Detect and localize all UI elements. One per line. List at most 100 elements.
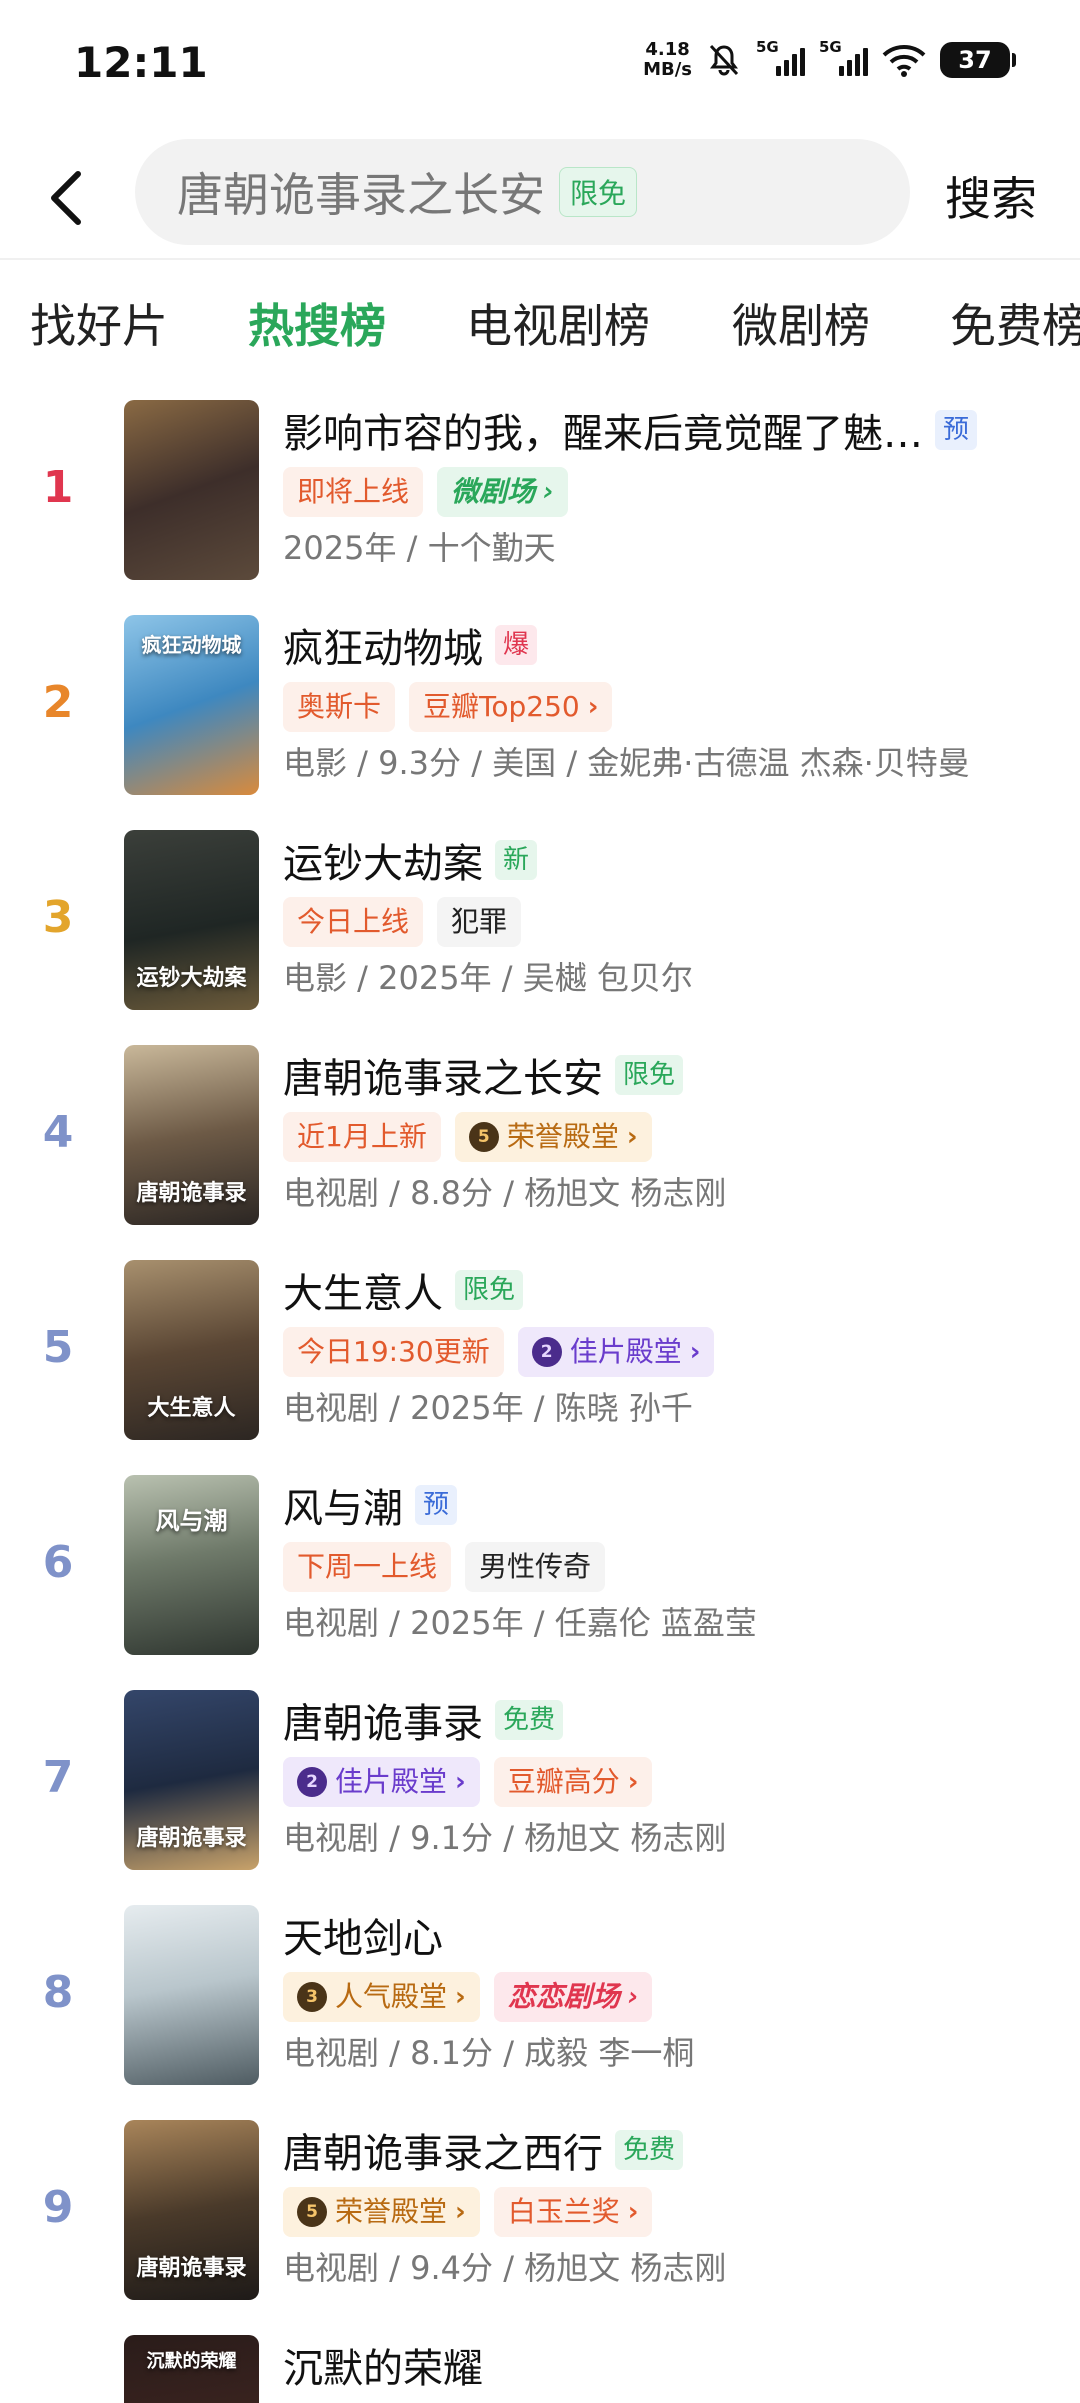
item-badge: 限免 (455, 1270, 524, 1310)
signal-1-label: 5G (756, 38, 779, 56)
tag-upcoming: 即将上线 (283, 467, 424, 517)
rank-number: 8 (42, 1967, 74, 2018)
item-title: 疯狂动物城 (283, 626, 483, 672)
item-meta: 电视剧 / 8.1分 / 成毅 李一桐 (283, 2034, 695, 2072)
tag-magnolia-award-label: 白玉兰奖 (507, 2195, 620, 2228)
item-title: 唐朝诡事录之西行 (283, 2131, 603, 2177)
tag-popular-hall[interactable]: 3 人气殿堂 › (283, 1972, 480, 2022)
item-badge: 限免 (615, 1055, 684, 1095)
network-speed-value: 4.18 (645, 39, 690, 60)
chevron-right-icon: › (626, 1122, 638, 1152)
item-meta: 2025年 / 十个勤天 (283, 529, 556, 567)
poster-image[interactable]: 运钞大劫案 (124, 830, 259, 1010)
poster-image[interactable]: 唐朝诡事录 (124, 1045, 259, 1225)
tag-micro-theater-label: 微剧场 (451, 475, 536, 508)
medal-icon: 5 (297, 2197, 327, 2227)
network-speed-unit: MB/s (643, 59, 692, 80)
search-button[interactable]: 搜索 (945, 163, 1037, 229)
tag-love-theater[interactable]: 恋恋剧场 › (493, 1972, 653, 2022)
list-item[interactable]: 5 大生意人 大生意人 限免 今日19:30更新 2 佳片殿堂 › 电视剧 / 20… (0, 1260, 1080, 1475)
item-meta: 电视剧 / 8.8分 / 杨旭文 杨志刚 (283, 1174, 727, 1212)
poster-title: 唐朝诡事录 (136, 2255, 247, 2281)
tag-micro-theater[interactable]: 微剧场 › (437, 467, 568, 517)
poster-image[interactable]: 风与潮 (124, 1475, 259, 1655)
search-query-tag: 限免 (559, 167, 638, 217)
poster-image[interactable] (124, 1905, 259, 2085)
item-title: 唐朝诡事录之长安 (283, 1056, 603, 1102)
poster-image[interactable]: 唐朝诡事录 (124, 2120, 259, 2300)
poster-image[interactable] (124, 400, 259, 580)
category-tabs: 找好片 热搜榜 电视剧榜 微剧榜 免费榜 (0, 290, 1080, 370)
item-title: 唐朝诡事录 (283, 1701, 483, 1747)
tab-tv-series[interactable]: 电视剧榜 (466, 290, 650, 356)
poster-image[interactable]: 疯狂动物城 (124, 615, 259, 795)
list-item[interactable]: 7 唐朝诡事录 唐朝诡事录 免费 2 佳片殿堂 › 豆瓣高分 › 电视剧 / 9.1分… (0, 1690, 1080, 1905)
item-info: 唐朝诡事录之长安 限免 近1月上新 5 荣誉殿堂 › 电视剧 / 8.8分 / 杨旭… (283, 1045, 1063, 1219)
back-arrow-icon (51, 171, 81, 225)
item-info: 风与潮 预 下周一上线 男性传奇 电视剧 / 2025年 / 任嘉伦 蓝盈莹 (283, 1475, 1063, 1649)
network-speed: 4.18 MB/s (643, 40, 692, 80)
tag-today-online: 今日上线 (283, 897, 424, 947)
tag-new-this-month: 近1月上新 (283, 1112, 441, 1162)
item-info: 唐朝诡事录 免费 2 佳片殿堂 › 豆瓣高分 › 电视剧 / 9.1分 / 杨旭文 杨… (283, 1690, 1063, 1864)
rank-number: 7 (42, 1752, 74, 1803)
rank-number: 6 (42, 1537, 74, 1588)
tag-honor-hall[interactable]: 5 荣誉殿堂 › (283, 2187, 480, 2237)
list-item[interactable]: 9 唐朝诡事录 唐朝诡事录之西行 免费 5 荣誉殿堂 › 白玉兰奖 › 电视剧 / 9… (0, 2120, 1080, 2335)
item-badge: 预 (935, 410, 978, 450)
item-badge: 免费 (615, 2130, 684, 2170)
list-item[interactable]: 8 天地剑心 3 人气殿堂 › 恋恋剧场 › 电视剧 / 8.1分 / 成毅 李一桐 (0, 1905, 1080, 2120)
tag-quality-hall-label: 佳片殿堂 (569, 1335, 682, 1368)
item-info: 大生意人 限免 今日19:30更新 2 佳片殿堂 › 电视剧 / 2025年 / 陈… (283, 1260, 1063, 1434)
poster-title: 疯狂动物城 (141, 633, 242, 657)
signal-2-icon: 5G (819, 38, 868, 76)
poster-image[interactable]: 唐朝诡事录 (124, 1690, 259, 1870)
list-item[interactable]: 4 唐朝诡事录 唐朝诡事录之长安 限免 近1月上新 5 荣誉殿堂 › 电视剧 / 8… (0, 1045, 1080, 1260)
tag-next-monday: 下周一上线 (283, 1542, 452, 1592)
status-bar: 12:11 4.18 MB/s 5G 5G 37 (0, 0, 1080, 130)
poster-image[interactable]: 沉默的荣耀 (124, 2335, 259, 2403)
item-info: 运钞大劫案 新 今日上线 犯罪 电影 / 2025年 / 吴樾 包贝尔 (283, 830, 1063, 1004)
list-item[interactable]: 沉默的荣耀 沉默的荣耀 (0, 2335, 1080, 2403)
tag-magnolia-award[interactable]: 白玉兰奖 › (493, 2187, 653, 2237)
tag-honor-hall-label: 荣誉殿堂 (335, 2195, 448, 2228)
tab-good-films[interactable]: 找好片 (30, 290, 168, 356)
chevron-right-icon: › (455, 1767, 466, 1797)
poster-title: 唐朝诡事录 (136, 1825, 247, 1851)
medal-icon: 5 (468, 1122, 499, 1152)
list-item[interactable]: 1 影响市容的我，醒来后竟觉醒了魅… 预 即将上线 微剧场 › 2025年 / 十… (0, 400, 1080, 615)
rank-number: 3 (42, 892, 74, 943)
chevron-right-icon: › (627, 1767, 639, 1797)
tab-free[interactable]: 免费榜 (950, 290, 1080, 356)
tag-douban-top250[interactable]: 豆瓣Top250 › (409, 682, 613, 732)
chevron-right-icon: › (587, 692, 599, 722)
tab-hot-search[interactable]: 热搜榜 (248, 290, 386, 356)
item-info: 沉默的荣耀 (283, 2335, 1063, 2395)
tab-micro-drama[interactable]: 微剧榜 (732, 290, 870, 356)
poster-title: 唐朝诡事录 (136, 1180, 247, 1206)
chevron-right-icon: › (689, 1337, 701, 1367)
item-badge: 预 (415, 1485, 458, 1525)
item-info: 疯狂动物城 爆 奥斯卡 豆瓣Top250 › 电影 / 9.3分 / 美国 / 金… (283, 615, 1063, 789)
item-info: 天地剑心 3 人气殿堂 › 恋恋剧场 › 电视剧 / 8.1分 / 成毅 李一桐 (283, 1905, 1063, 2079)
list-item[interactable]: 2 疯狂动物城 疯狂动物城 爆 奥斯卡 豆瓣Top250 › 电影 / 9.3分 … (0, 615, 1080, 830)
tag-douban-high[interactable]: 豆瓣高分 › (493, 1757, 653, 1807)
search-input[interactable]: 唐朝诡事录之长安 限免 (135, 139, 910, 245)
search-query: 唐朝诡事录之长安 (177, 168, 545, 222)
poster-image[interactable]: 大生意人 (124, 1260, 259, 1440)
list-item[interactable]: 6 风与潮 风与潮 预 下周一上线 男性传奇 电视剧 / 2025年 / 任嘉伦… (0, 1475, 1080, 1690)
tag-quality-hall[interactable]: 2 佳片殿堂 › (283, 1757, 480, 1807)
item-title: 沉默的荣耀 (283, 2346, 483, 2392)
chevron-right-icon: › (455, 2197, 466, 2227)
tag-update-time: 今日19:30更新 (283, 1327, 504, 1377)
rank-number: 4 (42, 1107, 74, 1158)
medal-icon: 2 (531, 1337, 562, 1367)
back-button[interactable] (36, 163, 96, 233)
list-item[interactable]: 3 运钞大劫案 运钞大劫案 新 今日上线 犯罪 电影 / 2025年 / 吴樾 … (0, 830, 1080, 1045)
medal-icon: 2 (297, 1767, 327, 1797)
signal-1-icon: 5G (756, 38, 805, 76)
item-meta: 电影 / 9.3分 / 美国 / 金妮弗·古德温 杰森·贝特曼 (283, 744, 970, 782)
item-title: 大生意人 (283, 1271, 443, 1317)
tag-honor-hall[interactable]: 5 荣誉殿堂 › (454, 1112, 652, 1162)
tag-quality-hall[interactable]: 2 佳片殿堂 › (517, 1327, 715, 1377)
